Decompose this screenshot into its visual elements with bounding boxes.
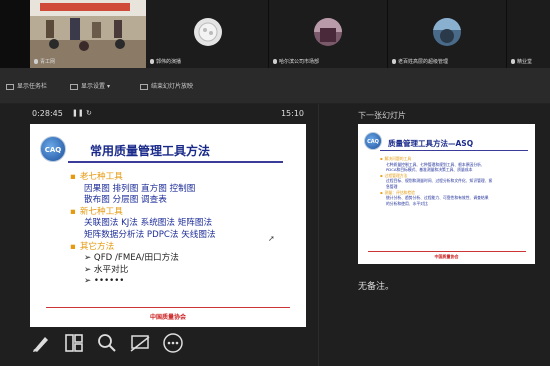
subtitle-icon[interactable] [129,332,151,354]
next-slide-label: 下一张幻灯片 [358,111,406,120]
participant-name: 精业堂 [511,58,532,65]
speaker-notes[interactable]: 无备注。 [358,279,394,292]
slide-title: 常用质量管理工具方法 [90,144,211,158]
elapsed-timer: 0:28:45 [32,109,63,118]
mic-icon [511,59,515,64]
avatar [194,18,222,46]
footer-rule [46,307,290,308]
avatar [314,18,342,46]
bullet-heading: 新七种工具 [70,207,216,219]
show-taskbar-button[interactable]: 显示任务栏 [6,81,47,90]
mic-icon [150,59,154,64]
participant-name: 郭伟的演播 [150,58,181,65]
preview-text: 统计分析、趋势分析、过程能力、可靠性和有效性、调查结果 [386,195,489,201]
bullet-heading: 老七种工具 [70,172,216,184]
presenter-toolbar: 显示任务栏 显示设置 ▾ 结束幻灯片放映 [0,68,550,104]
clock: 15:10 [280,109,304,118]
mic-icon [34,59,38,64]
current-slide[interactable]: CAQ 常用质量管理工具方法 老七种工具 因果图 排列图 直方图 控制图 散布图… [30,124,306,327]
preview-footer-rule [368,251,526,252]
bullet-heading: 其它方法 [70,242,216,254]
bullet-item: ➢ QFD /FMEA/田口方法 [84,253,179,264]
participant-tile[interactable]: 精业堂 [507,0,550,68]
taskbar-icon [6,83,14,90]
participant-tile[interactable]: 哈尔滨公司市场部 [269,0,387,68]
slide-footer: 中国质量协会 [149,314,186,321]
participant-tile[interactable]: 郭伟的演播 [146,0,268,68]
slide-bullet-list: 老七种工具 因果图 排列图 直方图 控制图 散布图 分层图 调查表 新七种工具 … [70,172,216,288]
preview-bullet-list: 解决问题的工具 七种质量控制工具、七种管理和规划工具、根本原因分析、 PDCA和… [380,156,493,206]
participant-name: 青工网 [34,58,55,65]
bullet-item: ➢ •••••• [84,276,125,287]
participant-name: 哈尔滨公司市场部 [273,58,319,65]
title-rule [68,161,283,163]
participant-tile-video[interactable]: 青工网 [30,0,146,68]
zoom-icon[interactable] [96,332,118,354]
mic-icon [273,59,277,64]
restart-icon[interactable]: ↻ [86,109,92,117]
avatar [433,18,461,46]
presenter-controls: 0:28:45 ❚❚ ↻ 15:10 [30,104,306,124]
preview-footer: 中国质量协会 [434,254,459,259]
participant-strip: 青工网 郭伟的演播 哈尔滨公司市场部 老百姓高层的超级管理 精业堂 [0,0,550,68]
pen-icon[interactable] [30,332,52,354]
caq-logo: CAQ [40,136,66,162]
slides-grid-icon[interactable] [63,332,85,354]
display-icon [70,83,78,90]
bullet-item: 因果图 排列图 直方图 控制图 [84,183,196,194]
caq-logo: CAQ [364,132,382,150]
chevron-down-icon: ▾ [106,83,110,90]
more-icon[interactable] [162,332,184,354]
end-show-icon [140,83,148,90]
bottom-toolbar [30,330,230,358]
preview-title-rule [380,150,528,151]
next-slide-preview[interactable]: CAQ 质量管理工具方法—ASQ 解决问题的工具 七种质量控制工具、七种管理和规… [358,124,535,264]
bullet-item: 散布图 分层图 调查表 [84,195,167,206]
bullet-item: ➢ 水平对比 [84,264,129,275]
preview-text: 的分析和使用、水平对比 [386,200,428,206]
mic-icon [392,59,396,64]
pause-icon[interactable]: ❚❚ [72,109,84,117]
participant-tile[interactable]: 老百姓高层的超级管理 [388,0,506,68]
mouse-cursor-icon: ➚ [268,234,275,243]
bullet-item: 关联图法 KJ法 系统图法 矩阵图法 [84,218,213,229]
participant-name: 老百姓高层的超级管理 [392,58,448,65]
bullet-item: 矩阵数据分析法 PDPC法 矢线图法 [84,229,216,240]
display-settings-button[interactable]: 显示设置 ▾ [70,81,110,90]
end-slideshow-button[interactable]: 结束幻灯片放映 [140,81,193,90]
preview-title: 质量管理工具方法—ASQ [388,139,474,148]
pane-divider[interactable] [318,104,319,366]
